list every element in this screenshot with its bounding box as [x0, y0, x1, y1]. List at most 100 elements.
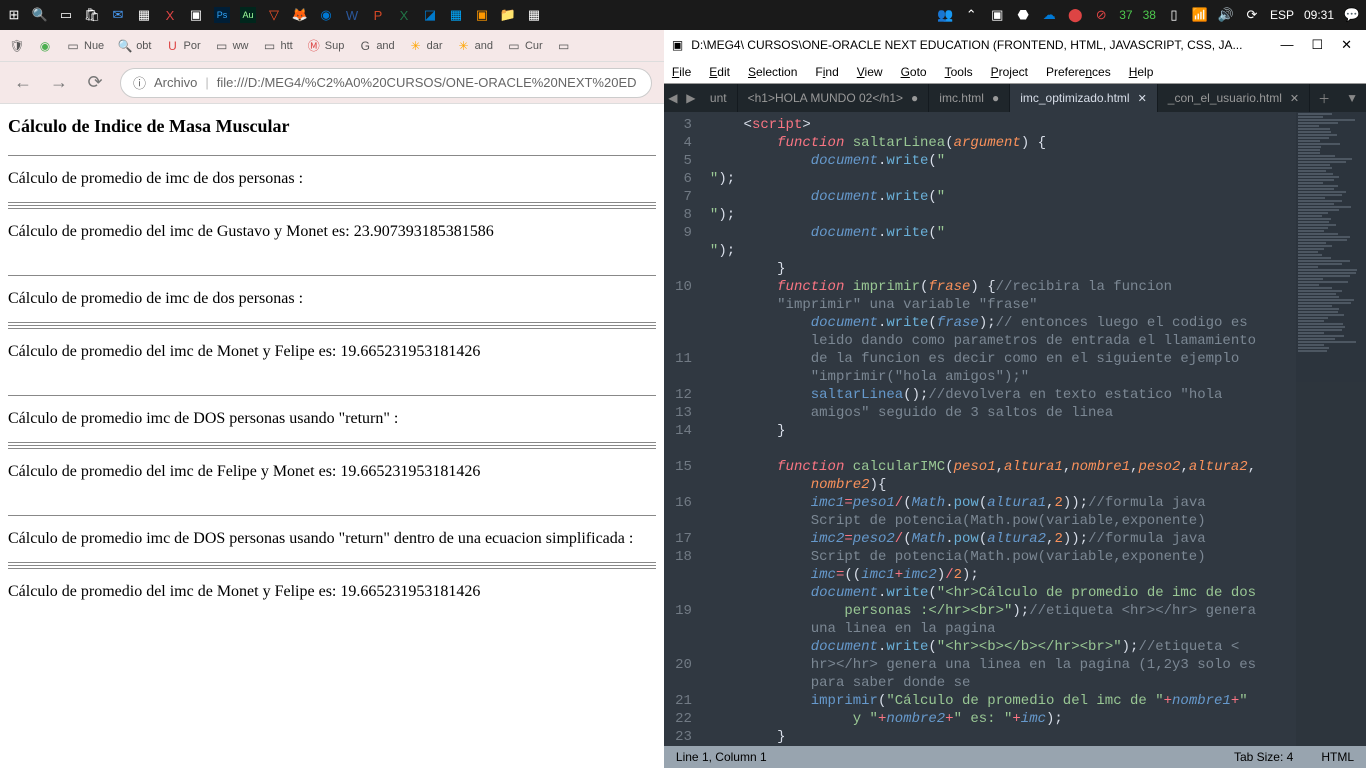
editor-tab-active[interactable]: imc_optimizado.html✕	[1010, 84, 1158, 112]
firefox-icon[interactable]: 🦊	[292, 7, 308, 23]
taskview-icon[interactable]: ▭	[58, 7, 74, 23]
people-icon[interactable]: 👥	[937, 7, 953, 23]
edge-icon[interactable]: ◉	[318, 7, 334, 23]
audition-icon[interactable]: Au	[240, 7, 256, 23]
tab-label: <h1>HOLA MUNDO 02</h1>	[748, 91, 903, 105]
code-area[interactable]: <script> function saltarLinea(argument) …	[706, 112, 1366, 746]
brave-icon[interactable]: ▽	[266, 7, 282, 23]
browser-tab[interactable]: ▭Cur	[501, 33, 549, 59]
app-icon[interactable]: ▦	[136, 7, 152, 23]
browser-tab[interactable]: UPor	[159, 33, 206, 59]
new-tab-button[interactable]: ＋	[1310, 90, 1338, 107]
minimize-button[interactable]: —	[1280, 37, 1293, 53]
menu-view[interactable]: View	[857, 65, 883, 79]
divider	[8, 208, 656, 209]
x-app-icon[interactable]: X	[162, 7, 178, 23]
browser-tab[interactable]: Gand	[352, 33, 400, 59]
browser-tab[interactable]: ▭ww	[209, 33, 255, 59]
more-icon: ▭	[557, 39, 571, 53]
close-tab-icon[interactable]: ✕	[1138, 92, 1147, 105]
status-tabsize[interactable]: Tab Size: 4	[1234, 750, 1293, 764]
menu-edit[interactable]: Edit	[709, 65, 730, 79]
divider	[8, 328, 656, 329]
back-button[interactable]: ←	[12, 72, 34, 93]
menu-tools[interactable]: Tools	[945, 65, 973, 79]
menu-file[interactable]: File	[672, 65, 691, 79]
menu-help[interactable]: Help	[1129, 65, 1154, 79]
volume-icon[interactable]: 🔊	[1218, 7, 1234, 23]
mail-icon[interactable]: ✉	[110, 7, 126, 23]
language-indicator[interactable]: ESP	[1270, 8, 1294, 22]
page-title: Cálculo de Indice de Masa Muscular	[8, 116, 656, 137]
editor-tab[interactable]: <h1>HOLA MUNDO 02</h1>●	[738, 84, 930, 112]
taskbar-left: ⊞ 🔍 ▭ 🛍 ✉ ▦ X ▣ Ps Au ▽ 🦊 ◉ W P X ◪ ▦ ▣ …	[6, 7, 937, 23]
tab-shield[interactable]: 🛡	[4, 33, 30, 59]
maximize-button[interactable]: ☐	[1311, 37, 1323, 53]
forward-button[interactable]: →	[48, 72, 70, 93]
browser-tab[interactable]: ✳dar	[403, 33, 449, 59]
browser-tab[interactable]: 🔍obt	[112, 33, 157, 59]
line-gutter: 3456789 10 11 121314 15 16 1718 19 20 21…	[664, 112, 706, 746]
address-bar[interactable]: ⓘ Archivo | file:///D:/MEG4/%C2%A0%20CUR…	[120, 68, 652, 98]
windows-taskbar: ⊞ 🔍 ▭ 🛍 ✉ ▦ X ▣ Ps Au ▽ 🦊 ◉ W P X ◪ ▦ ▣ …	[0, 0, 1366, 30]
sync-icon[interactable]: ⟳	[1244, 7, 1260, 23]
sublime-icon[interactable]: ▣	[474, 7, 490, 23]
status-language[interactable]: HTML	[1321, 750, 1354, 764]
browser-tab[interactable]: ▭htt	[257, 33, 299, 59]
tray-icon-4[interactable]: ⊘	[1093, 7, 1109, 23]
tab-prev-icon[interactable]: ◀	[664, 91, 682, 105]
browser-tab[interactable]: ⓂSup	[301, 33, 351, 59]
search-icon[interactable]: 🔍	[32, 7, 48, 23]
app-icon-3[interactable]: ▦	[448, 7, 464, 23]
tab-menu-icon[interactable]: ▼	[1338, 91, 1366, 105]
tab-label: and	[475, 40, 493, 52]
word-icon[interactable]: W	[344, 7, 360, 23]
editor-tab[interactable]: _con_el_usuario.html✕	[1158, 84, 1310, 112]
wifi-icon[interactable]: 📶	[1192, 7, 1208, 23]
clock[interactable]: 09:31	[1304, 8, 1334, 22]
tray-icon-3[interactable]: ⬤	[1067, 7, 1083, 23]
editor-body[interactable]: 3456789 10 11 121314 15 16 1718 19 20 21…	[664, 112, 1366, 746]
tab-label: Cur	[525, 40, 543, 52]
notifications-icon[interactable]: 💬	[1344, 7, 1360, 23]
editor-tab[interactable]: unt	[700, 84, 738, 112]
tab-home[interactable]: ◉	[32, 33, 58, 59]
addr-scheme: Archivo	[154, 75, 197, 90]
dirty-dot-icon: ●	[992, 91, 999, 105]
battery-icon[interactable]: ▯	[1166, 7, 1182, 23]
search-icon: 🔍	[118, 39, 132, 53]
reload-button[interactable]: ⟳	[84, 72, 106, 93]
editor-tab[interactable]: imc.html ●	[929, 84, 1010, 112]
excel-icon[interactable]: X	[396, 7, 412, 23]
tab-label: imc.html	[939, 91, 984, 105]
start-icon[interactable]: ⊞	[6, 7, 22, 23]
menu-project[interactable]: Project	[991, 65, 1028, 79]
vscode-icon[interactable]: ◪	[422, 7, 438, 23]
chevron-up-icon[interactable]: ⌃	[963, 7, 979, 23]
page-icon: ▭	[66, 39, 80, 53]
menu-find[interactable]: Find	[815, 65, 838, 79]
powerpoint-icon[interactable]: P	[370, 7, 386, 23]
browser-tab[interactable]: ▭Nue	[60, 33, 110, 59]
tab-overflow[interactable]: ▭	[551, 33, 577, 59]
menu-goto[interactable]: Goto	[901, 65, 927, 79]
photoshop-icon[interactable]: Ps	[214, 7, 230, 23]
close-button[interactable]: ✕	[1341, 37, 1352, 53]
status-cursor[interactable]: Line 1, Column 1	[676, 750, 767, 764]
star-icon: ✳	[457, 39, 471, 53]
page-text: Cálculo de promedio de imc de dos person…	[8, 170, 656, 188]
browser-tab[interactable]: ✳ and	[451, 33, 499, 59]
close-tab-icon[interactable]: ✕	[1290, 92, 1299, 105]
menu-selection[interactable]: Selection	[748, 65, 797, 79]
app-icon-2[interactable]: ▣	[188, 7, 204, 23]
app-icon-4[interactable]: ▦	[526, 7, 542, 23]
menu-preferences[interactable]: Preferences	[1046, 65, 1111, 79]
onedrive-icon[interactable]: ☁	[1041, 7, 1057, 23]
store-icon[interactable]: 🛍	[84, 7, 100, 23]
minimap[interactable]	[1296, 112, 1366, 746]
metric-2: 38	[1143, 8, 1156, 22]
explorer-icon[interactable]: 📁	[500, 7, 516, 23]
tab-next-icon[interactable]: ▶	[682, 91, 700, 105]
tray-icon-2[interactable]: ⬣	[1015, 7, 1031, 23]
tray-icon[interactable]: ▣	[989, 7, 1005, 23]
